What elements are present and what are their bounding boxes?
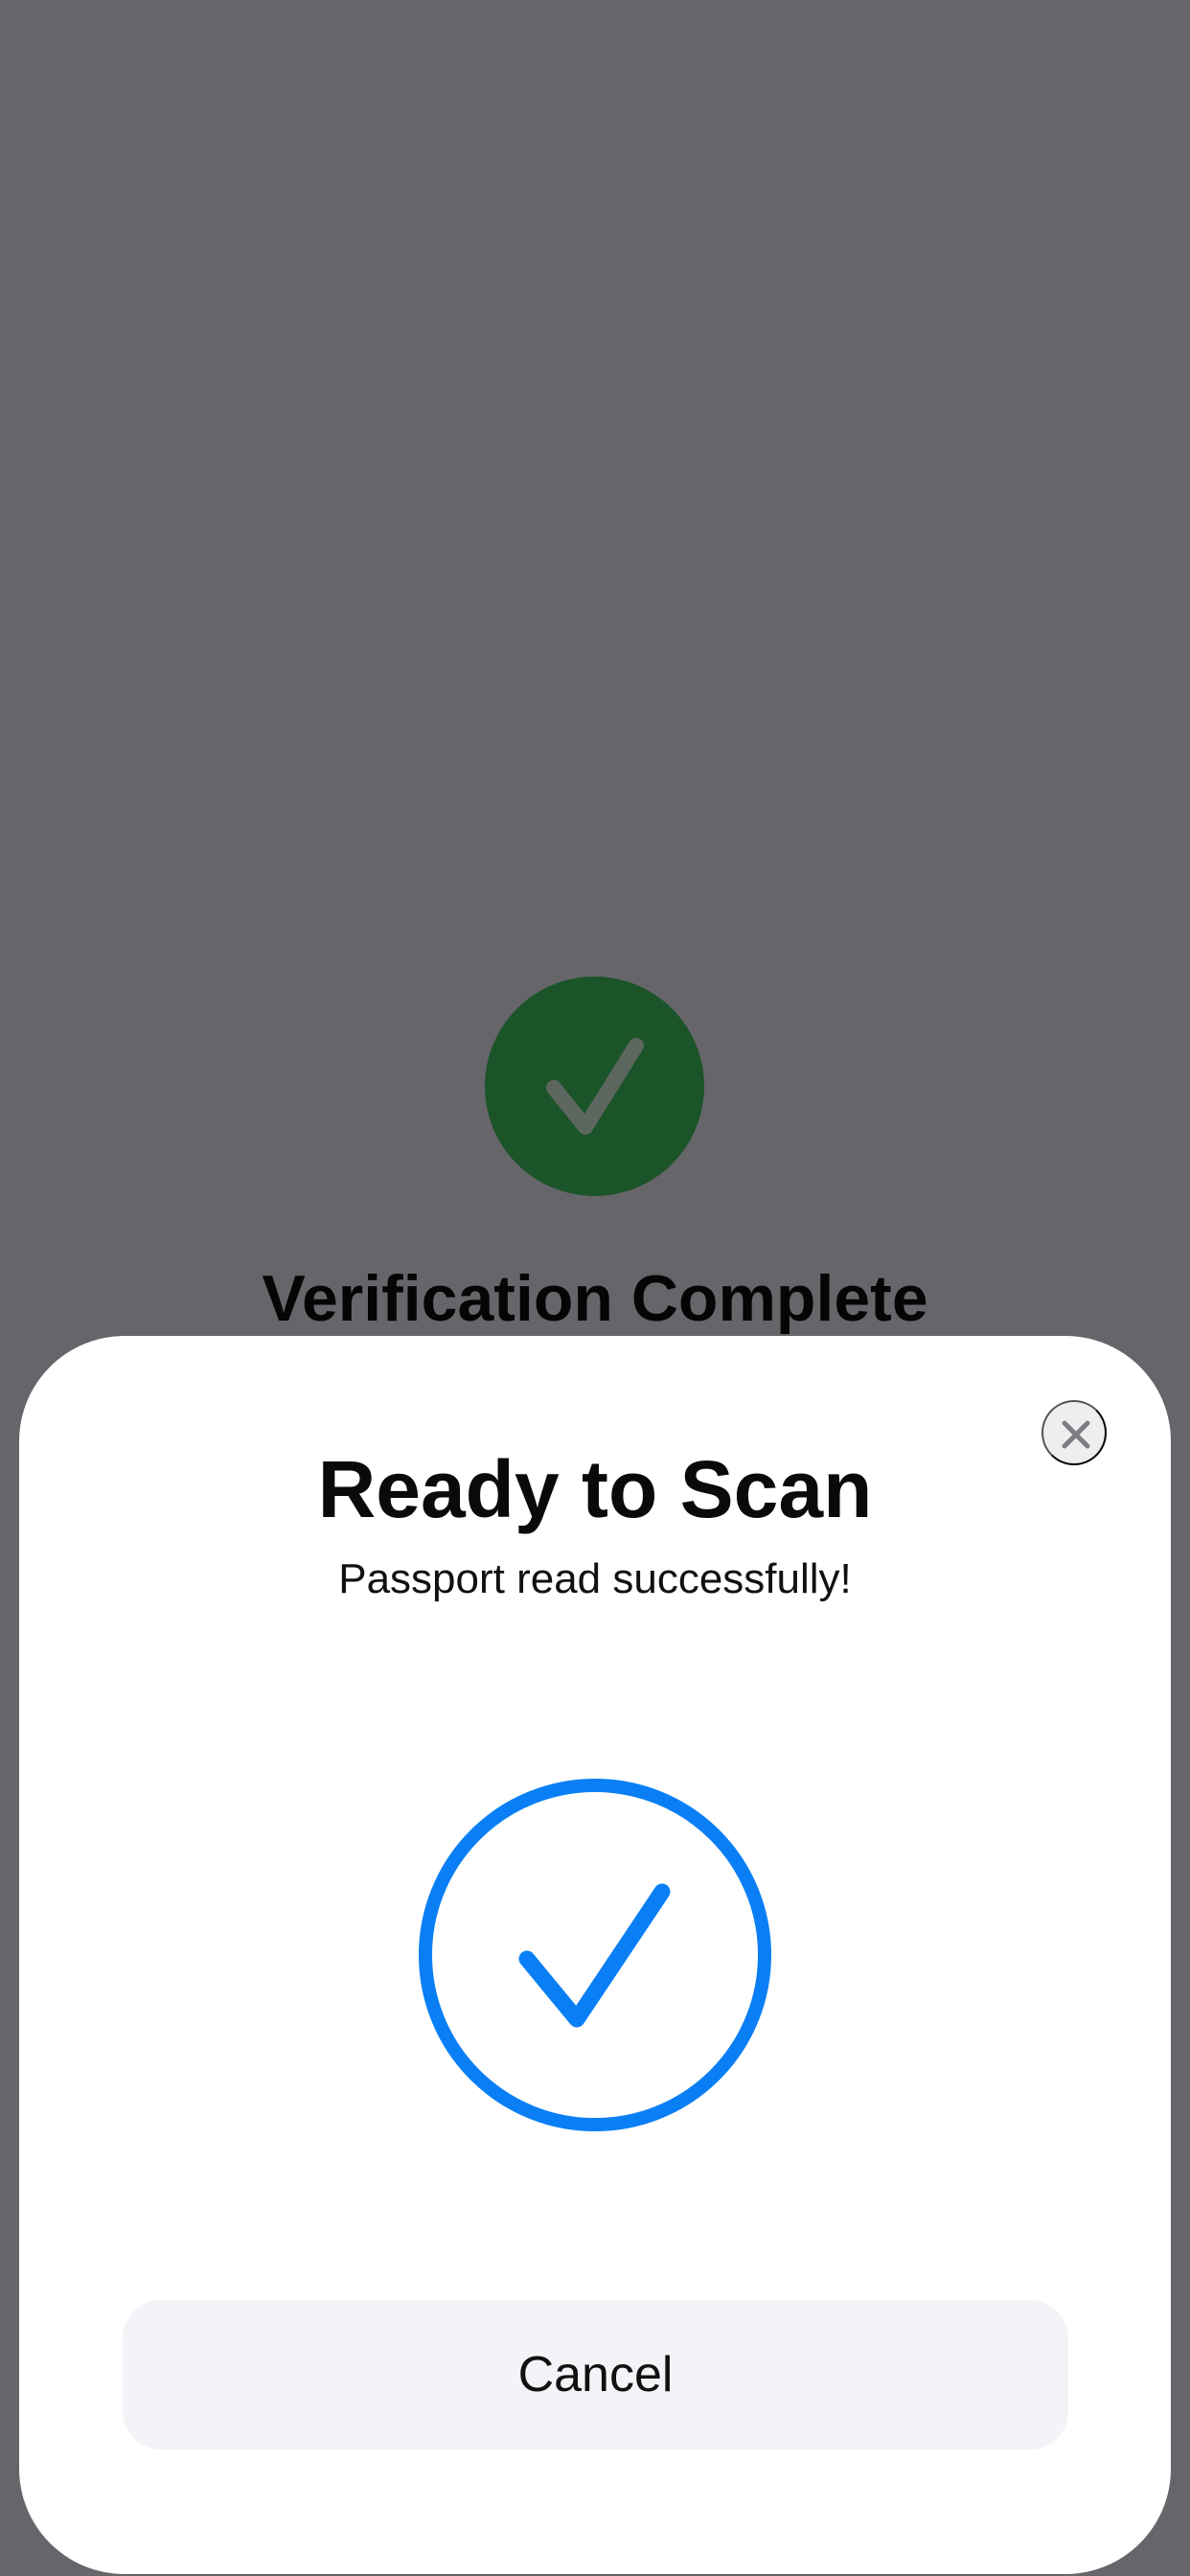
verification-complete-title: Verification Complete — [262, 1262, 928, 1335]
verification-complete-icon — [485, 977, 704, 1196]
checkmark-circle-outline-icon — [419, 1779, 771, 2131]
sheet-title: Ready to Scan — [317, 1444, 873, 1534]
sheet-subtitle: Passport read successfully! — [338, 1555, 852, 1602]
cancel-button[interactable]: Cancel — [123, 2300, 1068, 2450]
